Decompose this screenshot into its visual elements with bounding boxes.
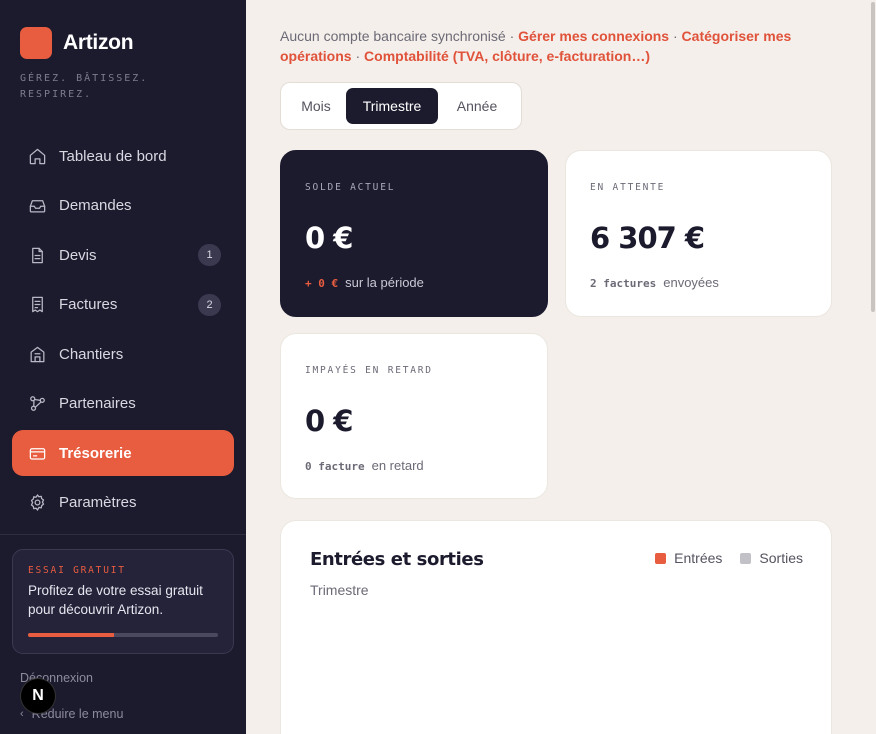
sidebar-item-label: Partenaires [59,395,136,412]
period-year-button[interactable]: Année [438,88,516,124]
legend-item-outflows[interactable]: Sorties [740,550,803,566]
sidebar-item-label: Trésorerie [59,444,132,462]
card-label: EN ATTENTE [590,182,666,193]
next-dev-badge[interactable]: N [21,679,55,713]
trial-progress-fill [28,633,114,637]
trial-progress-bar [28,633,218,637]
main-scrollbar[interactable] [869,0,876,734]
sidebar-item-label: Paramètres [59,494,137,511]
sidebar-item-parametres[interactable]: Paramètres [12,480,234,526]
sidebar-item-label: Chantiers [59,345,124,363]
brand-logo[interactable]: Artizon [20,27,134,59]
sidebar-nav: Tableau de bord Demandes Devis 1 Facture… [12,133,234,529]
chart-title: Entrées et sorties [310,549,484,570]
period-toggle: Mois Trimestre Année [280,82,522,130]
period-month-button[interactable]: Mois [286,88,346,124]
sidebar-item-tresorerie[interactable]: Trésorerie [12,430,234,476]
trial-card[interactable]: ESSAI GRATUIT Profitez de votre essai gr… [12,549,234,654]
notice-separator: · [355,48,361,64]
card-subtext: 0 facture en retard [305,458,424,473]
invoice-count-suffix: en retard [371,458,424,473]
period-quarter-button[interactable]: Trimestre [346,88,438,124]
trial-text: Profitez de votre essai gratuit pour déc… [28,583,203,617]
card-value: 0 € [305,404,353,438]
legend-swatch [740,552,752,564]
sidebar-item-label: Tableau de bord [59,147,167,165]
sidebar-item-factures[interactable]: Factures 2 [12,282,234,328]
sidebar-item-label: Devis [59,246,97,264]
card-label: SOLDE ACTUEL [305,182,396,193]
brand-tagline: GÉREZ. BÂTISSEZ. RESPIREZ. [20,73,149,100]
credit-card-icon [27,443,47,463]
gear-icon [27,493,47,513]
network-icon [27,394,47,414]
legend-label: Entrées [674,550,723,566]
cashflow-chart-card: Entrées et sorties Trimestre Entrées Sor… [280,520,832,734]
chart-subtitle: Trimestre [310,582,369,598]
accounting-link[interactable]: Comptabilité (TVA, clôture, e-facturatio… [364,48,650,64]
trial-label: ESSAI GRATUIT [28,565,126,576]
sidebar-item-label: Demandes [59,197,132,214]
legend-item-inflows[interactable]: Entrées [655,550,722,566]
sidebar-item-label: Factures [59,296,118,313]
sidebar-item-tableau-de-bord[interactable]: Tableau de bord [12,133,234,179]
card-subtext: + 0 € sur la période [305,275,424,290]
sidebar-item-partenaires[interactable]: Partenaires [12,381,234,427]
invoice-count-suffix: envoyées [663,275,719,290]
inbox-icon [27,196,47,216]
count-badge: 2 [198,293,221,316]
notice-text: Aucun compte bancaire synchronisé [280,28,506,44]
chevron-left-icon: ‹ [20,708,24,720]
period-delta: + 0 € [305,277,339,290]
sidebar-divider [0,534,246,535]
legend-swatch [655,552,667,564]
legend-label: Sorties [759,550,803,566]
pending-card: EN ATTENTE 6 307 € 2 factures envoyées [565,150,832,317]
count-badge: 1 [198,244,221,266]
home-icon [27,146,47,166]
card-value: 0 € [305,221,353,255]
receipt-icon [27,295,47,315]
overdue-card: IMPAYÉS EN RETARD 0 € 0 facture en retar… [280,333,548,499]
sidebar: Artizon GÉREZ. BÂTISSEZ. RESPIREZ. Table… [0,0,246,734]
period-delta-suffix: sur la période [345,275,424,290]
sidebar-item-demandes[interactable]: Demandes [12,183,234,229]
card-subtext: 2 factures envoyées [590,275,719,290]
invoice-count: 0 facture [305,460,365,473]
card-value: 6 307 € [590,221,705,255]
building-icon [27,344,47,364]
manage-connections-link[interactable]: Gérer mes connexions [518,28,669,44]
sidebar-item-devis[interactable]: Devis 1 [12,232,234,278]
scrollbar-thumb[interactable] [871,2,875,312]
chart-legend: Entrées Sorties [637,550,803,566]
card-label: IMPAYÉS EN RETARD [305,365,433,376]
invoice-count: 2 factures [590,277,657,290]
notice-separator: · [672,28,678,44]
document-icon [27,245,47,265]
sidebar-item-chantiers[interactable]: Chantiers [12,331,234,377]
notice-separator: · [509,28,515,44]
logo-mark [20,27,52,59]
current-balance-card: SOLDE ACTUEL 0 € + 0 € sur la période [280,150,548,317]
bank-sync-notice: Aucun compte bancaire synchronisé · Gére… [280,26,800,66]
brand-name: Artizon [63,31,134,54]
